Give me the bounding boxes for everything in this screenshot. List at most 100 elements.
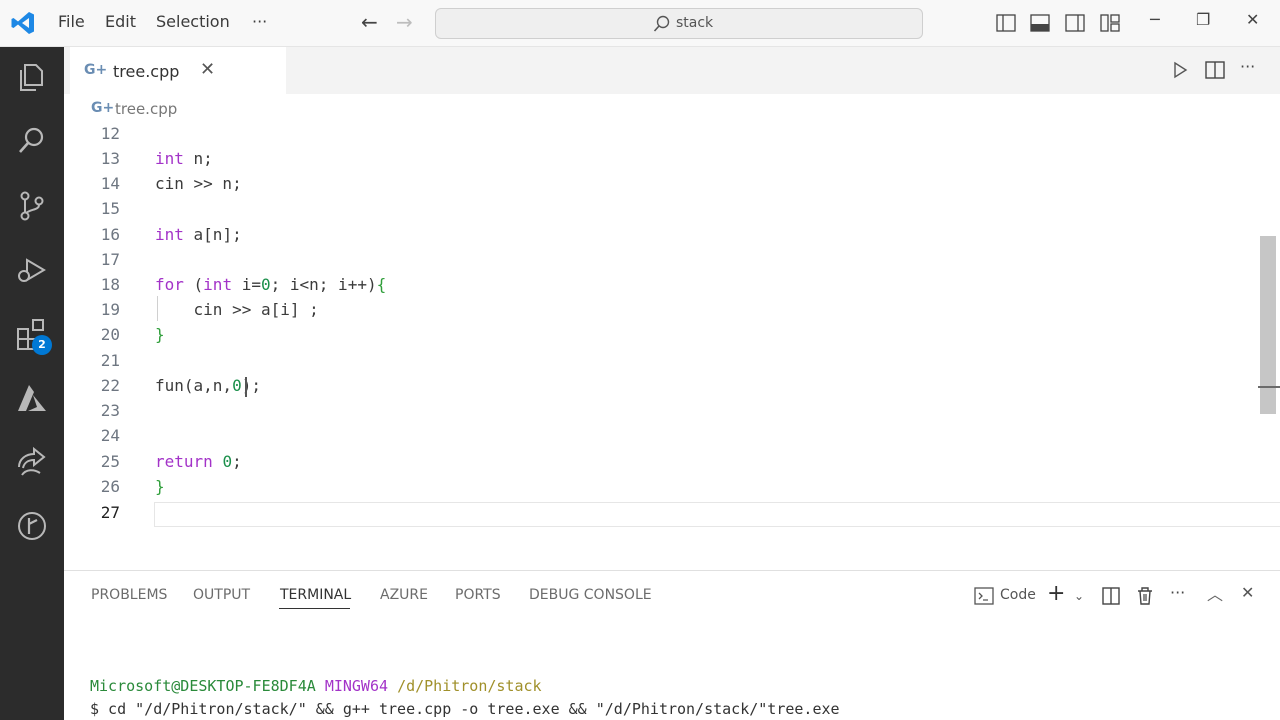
terminal-prompt-line: Microsoft@DESKTOP-FE8DF4A MINGW64 /d/Phi… — [90, 677, 542, 695]
terminal-icon[interactable] — [973, 585, 995, 607]
minimize-button[interactable]: ─ — [1150, 10, 1160, 29]
split-terminal-icon[interactable] — [1100, 585, 1122, 607]
code-line: 19 cin >> a[i] ; — [64, 297, 1264, 322]
scrollbar-cursor-marker — [1258, 386, 1280, 388]
more-actions-icon[interactable]: ··· — [1240, 57, 1262, 79]
command-center-search[interactable]: stack — [435, 8, 923, 39]
code-line: 15 — [64, 196, 1264, 221]
code-text: int a[n]; — [155, 225, 242, 244]
activity-bar: 2 — [0, 47, 64, 720]
extensions-badge: 2 — [32, 335, 52, 355]
bottom-panel: PROBLEMS OUTPUT TERMINAL AZURE PORTS DEB… — [64, 570, 1280, 720]
line-number: 18 — [100, 275, 120, 294]
line-number: 19 — [100, 300, 120, 319]
close-panel-icon[interactable]: ✕ — [1241, 583, 1263, 605]
toggle-panel-icon[interactable] — [1029, 12, 1051, 34]
close-icon[interactable]: ✕ — [200, 59, 215, 80]
restore-button[interactable]: ❐ — [1196, 10, 1210, 29]
code-line: 21 — [64, 348, 1264, 373]
menu-file[interactable]: File — [58, 12, 85, 31]
code-line: 16 int a[n]; — [64, 222, 1264, 247]
menu-selection[interactable]: Selection — [156, 12, 230, 31]
terminal-command-line: $ cd "/d/Phitron/stack/" && g++ tree.cpp… — [90, 700, 840, 718]
customize-layout-icon[interactable] — [1099, 12, 1121, 34]
remote-explorer-icon[interactable] — [14, 445, 50, 481]
code-text: cin >> n; — [155, 174, 242, 193]
close-window-button[interactable]: ✕ — [1246, 10, 1259, 29]
menu-more[interactable]: ··· — [252, 12, 267, 31]
line-number: 15 — [100, 199, 120, 218]
code-line: 26} — [64, 474, 1264, 499]
add-terminal-icon[interactable]: + — [1047, 581, 1069, 606]
source-control-icon[interactable] — [14, 188, 50, 224]
line-number: 20 — [100, 325, 120, 344]
line-number: 14 — [100, 174, 120, 193]
line-number: 12 — [100, 124, 120, 143]
code-line: 18 for (int i=0; i<n; i++){ — [64, 272, 1264, 297]
tab-output[interactable]: OUTPUT — [193, 587, 250, 603]
cpp-file-icon: G+ — [84, 62, 108, 78]
code-text: return 0; — [155, 452, 242, 471]
text-cursor — [245, 377, 247, 397]
tab-debug-console[interactable]: DEBUG CONSOLE — [529, 587, 652, 603]
code-line: 25 return 0; — [64, 449, 1264, 474]
code-line: 20} — [64, 322, 1264, 347]
code-text: cin >> a[i] ; — [155, 300, 319, 319]
chevron-up-icon[interactable]: ︿ — [1207, 581, 1229, 604]
code-text: for (int i=0; i<n; i++){ — [155, 275, 387, 294]
azure-icon[interactable] — [14, 380, 50, 416]
tab-problems[interactable]: PROBLEMS — [91, 587, 167, 603]
tab-tree-cpp[interactable]: G+ tree.cpp ✕ — [70, 47, 286, 94]
code-editor[interactable]: 12 13 int n; 14 cin >> n; 15 16 int a[n]; 1… — [64, 124, 1280, 570]
code-text: int n; — [155, 149, 213, 168]
line-number: 27 — [100, 503, 120, 522]
terminal-user-host: Microsoft@DESKTOP-FE8DF4A — [90, 677, 316, 695]
back-arrow-icon[interactable]: ← — [361, 11, 378, 33]
search-icon[interactable] — [14, 122, 50, 158]
breadcrumb: G+ tree.cpp — [64, 94, 1280, 124]
line-number: 24 — [100, 426, 120, 445]
run-debug-icon[interactable] — [14, 252, 50, 288]
tab-label: tree.cpp — [113, 62, 180, 81]
more-actions-icon[interactable]: ··· — [1170, 583, 1192, 605]
run-file-icon[interactable] — [1169, 59, 1191, 81]
code-line: 12 — [64, 124, 1264, 146]
menu-edit[interactable]: Edit — [105, 12, 136, 31]
vscode-logo-icon — [11, 12, 34, 34]
line-number: 16 — [100, 225, 120, 244]
terminal-path: /d/Phitron/stack — [397, 677, 542, 695]
line-number: 13 — [100, 149, 120, 168]
terminal-name[interactable]: Code — [1000, 587, 1036, 603]
tab-terminal[interactable]: TERMINAL — [280, 587, 351, 603]
code-line: 22 fun(a,n,0); — [64, 373, 1264, 398]
line-number: 26 — [100, 477, 120, 496]
editor-tab-bar: G+ tree.cpp ✕ ··· — [64, 47, 1280, 94]
trash-icon[interactable] — [1134, 585, 1156, 607]
line-number: 22 — [100, 376, 120, 395]
active-tab-indicator — [279, 608, 350, 609]
terminal-shell: MINGW64 — [324, 677, 389, 695]
timeline-icon[interactable] — [14, 508, 50, 544]
toggle-secondary-sidebar-icon[interactable] — [1064, 12, 1086, 34]
chevron-down-icon[interactable]: ⌄ — [1074, 589, 1096, 611]
code-line: 27 — [64, 500, 1264, 525]
search-text: stack — [676, 15, 714, 31]
forward-arrow-icon[interactable]: → — [396, 11, 413, 33]
code-line: 13 int n; — [64, 146, 1264, 171]
code-text: } — [155, 325, 165, 344]
split-editor-icon[interactable] — [1204, 59, 1226, 81]
line-number: 25 — [100, 452, 120, 471]
explorer-icon[interactable] — [14, 59, 50, 95]
search-icon — [653, 15, 670, 32]
line-number: 17 — [100, 250, 120, 269]
tab-ports[interactable]: PORTS — [455, 587, 501, 603]
code-line: 14 cin >> n; — [64, 171, 1264, 196]
line-number: 21 — [100, 351, 120, 370]
toggle-primary-sidebar-icon[interactable] — [995, 12, 1017, 34]
code-line: 17 — [64, 247, 1264, 272]
code-line: 23 — [64, 398, 1264, 423]
code-text: } — [155, 477, 165, 496]
tab-azure[interactable]: AZURE — [380, 587, 428, 603]
line-number: 23 — [100, 401, 120, 420]
breadcrumb-file[interactable]: tree.cpp — [115, 100, 177, 118]
